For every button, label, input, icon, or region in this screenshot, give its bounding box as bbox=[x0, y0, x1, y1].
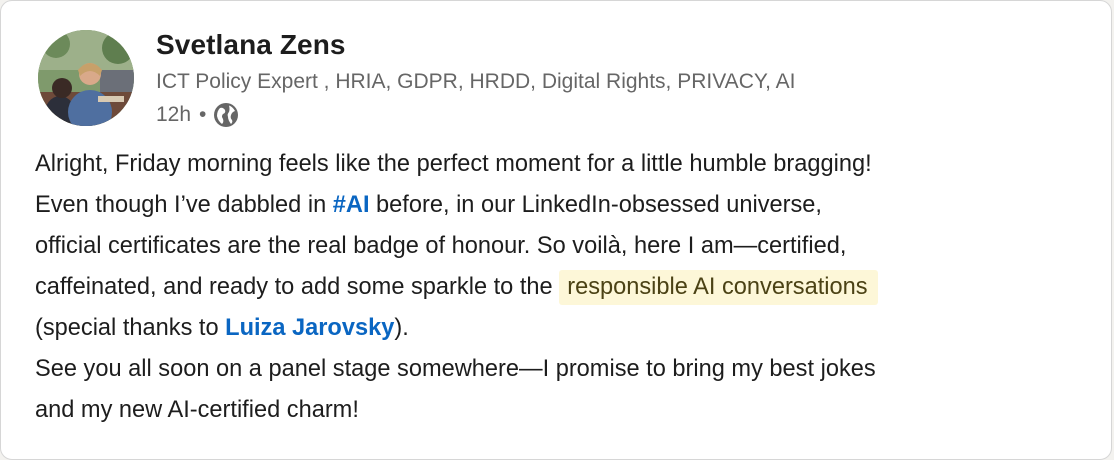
author-headline: ICT Policy Expert , HRIA, GDPR, HRDD, Di… bbox=[156, 70, 796, 93]
body-text: ). bbox=[394, 315, 409, 341]
mention-link[interactable]: Luiza Jarovsky bbox=[225, 315, 394, 341]
highlighted-phrase: responsible AI conversations bbox=[559, 270, 878, 305]
body-line: caffeinated, and ready to add some spark… bbox=[35, 267, 1095, 308]
globe-icon bbox=[213, 102, 239, 128]
author-name[interactable]: Svetlana Zens bbox=[156, 29, 346, 61]
body-text: Even though I’ve dabbled in bbox=[35, 192, 333, 218]
body-text: See you all soon on a panel stage somewh… bbox=[35, 356, 876, 382]
body-line: Alright, Friday morning feels like the p… bbox=[35, 144, 1095, 185]
body-line: and my new AI-certified charm! bbox=[35, 390, 1095, 431]
body-line: official certificates are the real badge… bbox=[35, 226, 1095, 267]
body-text: (special thanks to bbox=[35, 315, 226, 341]
post-body: Alright, Friday morning feels like the p… bbox=[35, 144, 1095, 431]
body-line: See you all soon on a panel stage somewh… bbox=[35, 349, 1095, 390]
body-line: (special thanks to Luiza Jarovsky). bbox=[35, 308, 1095, 349]
body-line: Even though I’ve dabbled in #AI before, … bbox=[35, 185, 1095, 226]
post-timestamp[interactable]: 12h bbox=[156, 103, 191, 127]
post-card: Svetlana Zens ICT Policy Expert , HRIA, … bbox=[0, 0, 1112, 460]
post-meta: 12h • bbox=[156, 101, 239, 129]
body-text: and my new AI-certified charm! bbox=[35, 397, 359, 423]
hashtag-ai-link[interactable]: #AI bbox=[333, 192, 370, 218]
body-text: before, in our LinkedIn-obsessed univers… bbox=[369, 192, 822, 218]
body-text: Alright, Friday morning feels like the p… bbox=[35, 151, 872, 177]
meta-separator: • bbox=[199, 103, 207, 126]
body-text: official certificates are the real badge… bbox=[35, 233, 847, 259]
avatar[interactable] bbox=[38, 30, 134, 126]
body-text: caffeinated, and ready to add some spark… bbox=[35, 274, 560, 300]
